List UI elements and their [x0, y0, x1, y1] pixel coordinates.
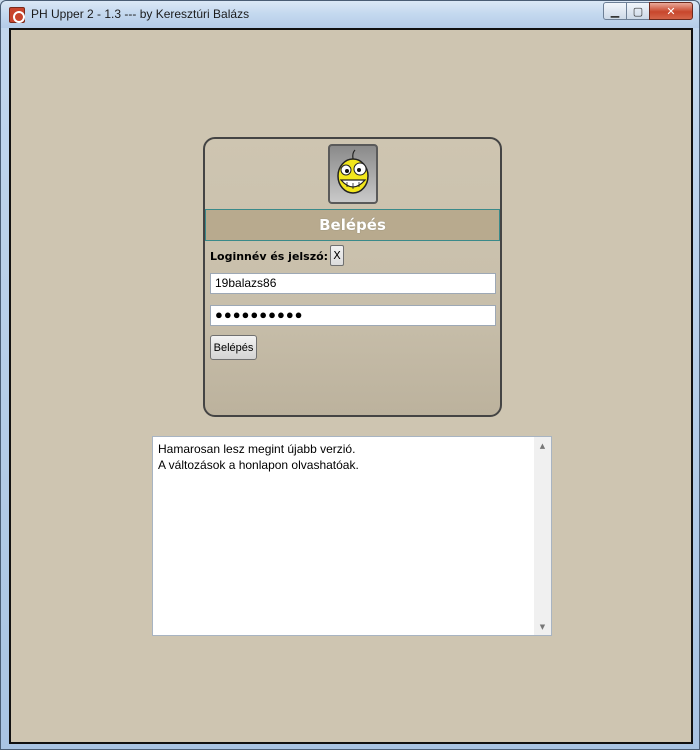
minimize-button[interactable]: ▁ [603, 2, 627, 20]
login-panel: Belépés Loginnév és jelszó: X 19balazs86… [203, 137, 502, 417]
news-textarea[interactable]: Hamarosan lesz megint újabb verzió. A vá… [152, 436, 552, 636]
maximize-button[interactable]: ▢ [626, 2, 650, 20]
client-area: Belépés Loginnév és jelszó: X 19balazs86… [9, 28, 693, 744]
login-header: Belépés [205, 209, 500, 241]
scroll-down-arrow-icon[interactable]: ▼ [534, 618, 551, 635]
username-input[interactable]: 19balazs86 [210, 273, 496, 294]
login-label: Loginnév és jelszó: [210, 250, 329, 263]
news-line: A változások a honlapon olvashatóak. [158, 458, 359, 472]
scroll-up-arrow-icon[interactable]: ▲ [534, 437, 551, 454]
news-text: Hamarosan lesz megint újabb verzió. A vá… [158, 441, 359, 473]
app-window: PH Upper 2 - 1.3 --- by Keresztúri Baláz… [0, 0, 700, 750]
app-icon[interactable] [9, 7, 25, 23]
title-bar[interactable]: PH Upper 2 - 1.3 --- by Keresztúri Baláz… [1, 1, 699, 28]
login-button[interactable]: Belépés [210, 335, 257, 360]
smiley-avatar-icon [328, 144, 378, 204]
clear-button[interactable]: X [330, 245, 344, 266]
close-button[interactable]: ✕ [649, 2, 693, 20]
news-line: Hamarosan lesz megint újabb verzió. [158, 442, 356, 456]
window-title: PH Upper 2 - 1.3 --- by Keresztúri Baláz… [31, 7, 250, 21]
password-input[interactable]: ●●●●●●●●●● [210, 305, 496, 326]
news-scrollbar[interactable]: ▲ ▼ [534, 437, 551, 635]
